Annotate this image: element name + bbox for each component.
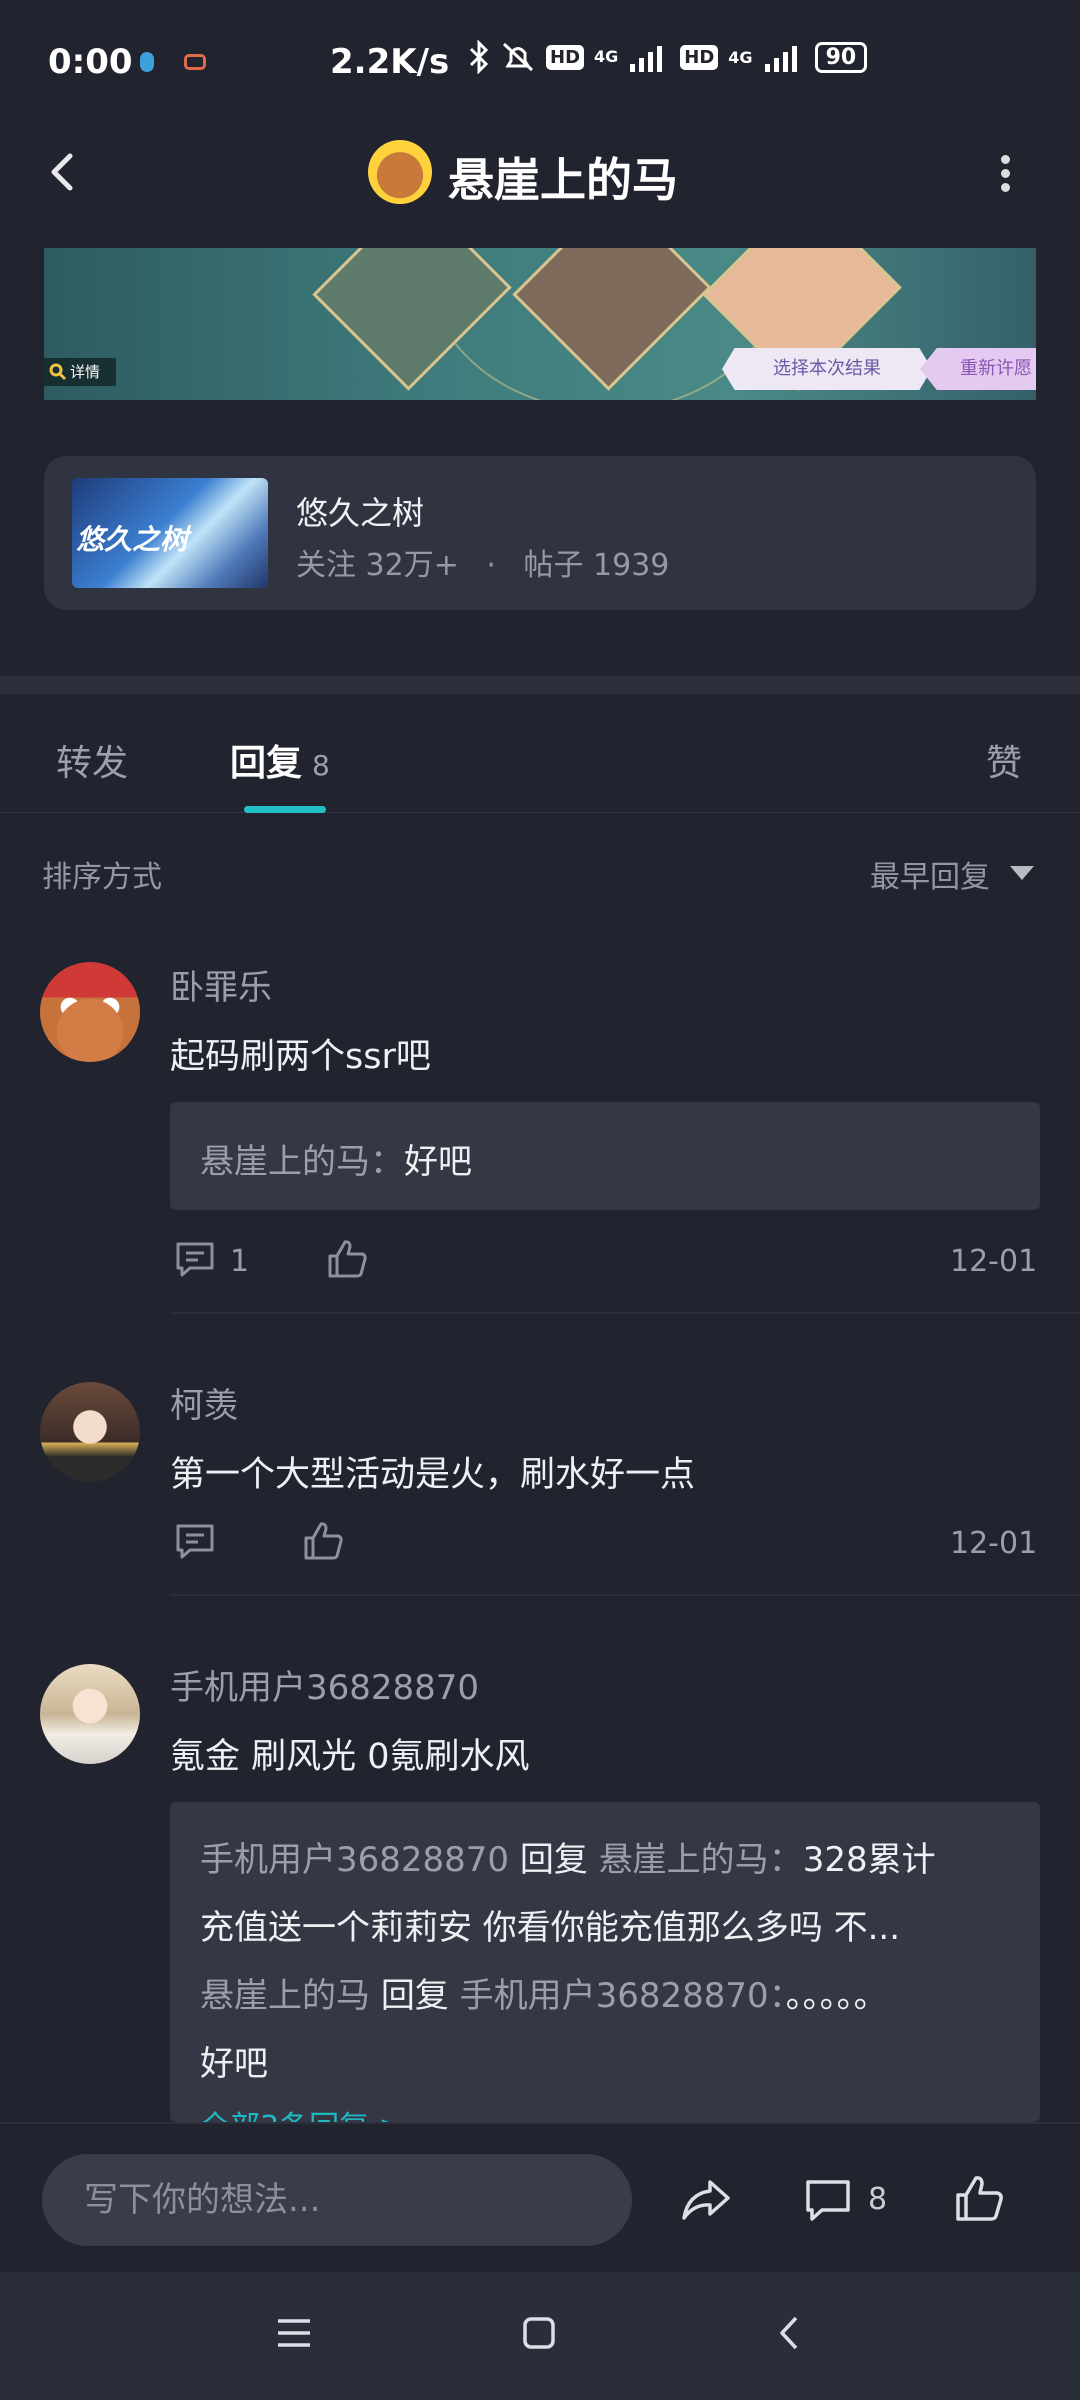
avatar[interactable] <box>40 962 140 1062</box>
reply-text: 328累计 <box>802 1840 936 1880</box>
reply-verb: 回复 <box>380 1976 449 2016</box>
status-time: 0:00 <box>48 42 133 82</box>
comment-icon[interactable] <box>804 2178 852 2224</box>
comment-divider <box>170 1594 1080 1596</box>
tab-like[interactable]: 赞 <box>986 734 1022 786</box>
reply-line: 手机用户36828870 回复 悬崖上的马：328累计 <box>200 1840 936 1880</box>
tab-repost[interactable]: 转发 <box>56 734 128 786</box>
reply-preview-box[interactable]: 悬崖上的马：好吧 <box>170 1102 1040 1210</box>
comment-text[interactable]: 起码刷两个ssr吧 <box>170 1028 431 1079</box>
rewish-button: 重新许愿 <box>920 348 1036 390</box>
author-avatar[interactable] <box>368 140 432 204</box>
posts-label: 帖子 <box>523 548 584 583</box>
comment-text[interactable]: 氪金 刷风光 0氪刷水风 <box>170 1728 530 1779</box>
bell-muted-icon <box>502 42 534 72</box>
follow-count: 32万+ <box>365 548 459 583</box>
top-app-bar: 悬崖上的马 <box>0 110 1080 230</box>
post-image[interactable]: 详情 选择本次结果 重新许愿 <box>44 248 1036 400</box>
more-dots-icon <box>1000 155 1010 164</box>
reply-target[interactable]: 手机用户36828870 <box>460 1976 769 2016</box>
battery-indicator: 90 <box>814 41 868 73</box>
back-arrow-icon <box>51 153 73 191</box>
view-all-replies-link[interactable]: 全部3条回复 > <box>200 2102 404 2122</box>
comment-count: 1 <box>230 1244 250 1279</box>
tab-bar: 转发 回复 8 赞 <box>0 694 1080 813</box>
tab-indicator <box>244 806 326 813</box>
comment-input[interactable]: 写下你的想法... <box>42 2154 632 2246</box>
sort-label: 排序方式 <box>42 860 162 895</box>
reply-line: 好吧 <box>200 2044 268 2084</box>
reply-author[interactable]: 悬崖上的马 <box>200 1976 370 2016</box>
bottom-action-bar: 写下你的想法... 8 <box>0 2122 1080 2274</box>
thumbs-up-icon[interactable] <box>326 1238 370 1280</box>
comment-username[interactable]: 柯羡 <box>170 1378 238 1427</box>
thumbs-up-icon[interactable] <box>302 1520 346 1562</box>
comment-date: 12-01 <box>950 1244 1038 1279</box>
follow-label: 关注 <box>296 548 356 583</box>
tab-reply-count: 8 <box>312 749 330 782</box>
reply-line: 悬崖上的马：好吧 <box>200 1142 472 1182</box>
status-icons: HD 4G HD 4G 90 <box>436 40 868 74</box>
nav-back-icon[interactable] <box>774 2314 804 2352</box>
status-bar: 0:00 2.2K/s HD 4G HD 4G 90 <box>0 0 1080 120</box>
reply-line: 充值送一个莉莉安 你看你能充值那么多吗 不... <box>200 1908 901 1948</box>
reply-text: 好吧 <box>404 1142 472 1182</box>
reply-author[interactable]: 手机用户36828870 <box>200 1840 509 1880</box>
tab-reply[interactable]: 回复 8 <box>230 734 330 786</box>
reply-verb: 回复 <box>519 1840 588 1880</box>
signal-icon <box>764 46 797 72</box>
share-icon[interactable] <box>680 2176 732 2224</box>
comment-icon[interactable] <box>174 1240 216 1280</box>
comment-username[interactable]: 手机用户36828870 <box>170 1660 479 1709</box>
app-notification-icon <box>184 54 206 70</box>
page-title: 悬崖上的马 <box>448 153 678 207</box>
app-notification-icon <box>140 52 154 72</box>
bluetooth-icon <box>469 40 489 74</box>
hd-badge: HD <box>546 44 585 70</box>
menu-icon[interactable] <box>276 2316 312 2350</box>
reply-target[interactable]: 悬崖上的马 <box>599 1840 769 1880</box>
forum-thumb-text: 悠久之树 <box>76 523 189 556</box>
reply-text: 。。。。。 <box>785 1976 888 2016</box>
signal-icon <box>630 46 663 72</box>
network-speed: 2.2K/s <box>330 42 450 82</box>
select-result-button: 选择本次结果 <box>722 348 932 390</box>
home-icon[interactable] <box>522 2316 556 2350</box>
forum-stats: 关注 32万+ · 帖子 1939 <box>296 540 669 584</box>
system-navigation-bar <box>0 2272 1080 2400</box>
forum-thumbnail: 悠久之树 <box>72 478 268 588</box>
search-icon <box>49 363 67 381</box>
reply-preview-box[interactable]: 手机用户36828870 回复 悬崖上的马：328累计 充值送一个莉莉安 你看你… <box>170 1802 1040 2122</box>
comment-icon[interactable] <box>174 1522 216 1562</box>
forum-card[interactable]: 悠久之树 悠久之树 关注 32万+ · 帖子 1939 <box>44 456 1036 610</box>
avatar[interactable] <box>40 1664 140 1764</box>
back-button[interactable] <box>36 142 96 202</box>
dot-separator: · <box>486 548 496 583</box>
thumbs-up-icon[interactable] <box>954 2174 1006 2224</box>
hd-badge: HD <box>680 44 719 70</box>
comment-count: 8 <box>868 2182 888 2217</box>
comment-date: 12-01 <box>950 1526 1038 1561</box>
network-label: 4G <box>594 47 619 66</box>
tab-reply-label: 回复 <box>230 743 303 784</box>
network-label: 4G <box>728 47 753 67</box>
chevron-down-icon[interactable] <box>1010 866 1034 880</box>
reply-author[interactable]: 悬崖上的马 <box>200 1142 370 1182</box>
sort-dropdown[interactable]: 最早回复 <box>870 852 990 896</box>
forum-name: 悠久之树 <box>296 494 425 532</box>
more-options-button[interactable] <box>990 150 1020 200</box>
section-divider <box>0 676 1080 694</box>
avatar[interactable] <box>40 1382 140 1482</box>
comment-username[interactable]: 卧罪乐 <box>170 960 272 1009</box>
reply-line: 悬崖上的马 回复 手机用户36828870：。。。。。 <box>200 1976 888 2016</box>
comment-divider <box>170 1312 1080 1314</box>
posts-count: 1939 <box>593 548 670 583</box>
comment-text[interactable]: 第一个大型活动是火，刷水好一点 <box>170 1446 695 1497</box>
